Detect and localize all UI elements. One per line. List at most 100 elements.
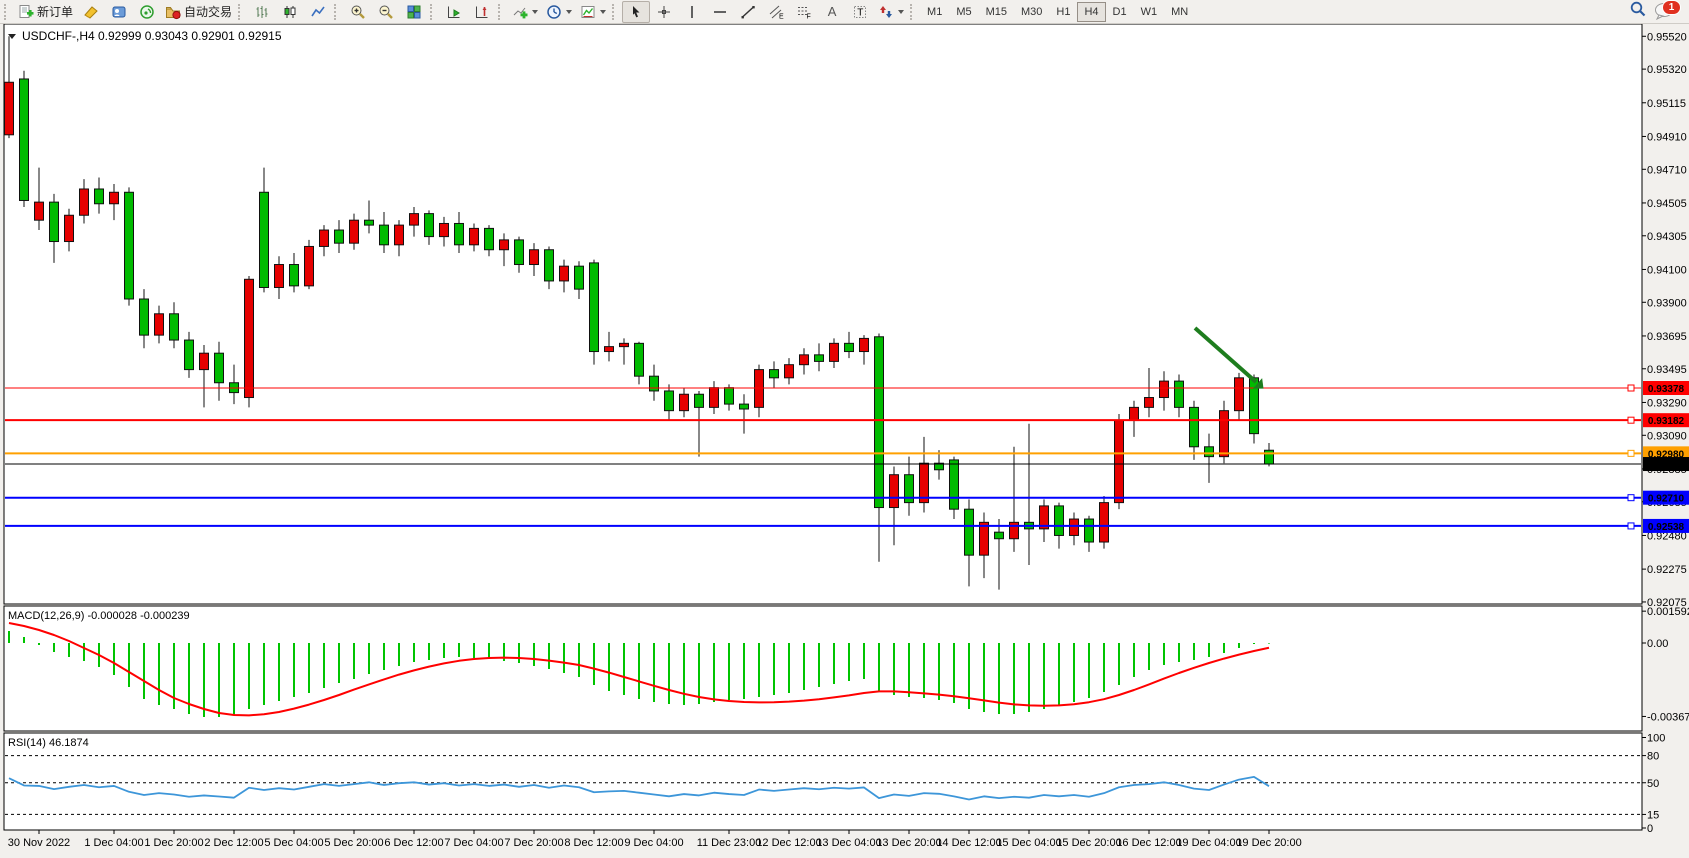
time-axis-label: 19 Dec 20:00	[1236, 837, 1301, 849]
text-label-button[interactable]: T	[846, 1, 874, 23]
tab-timeframe-m30[interactable]: M30	[1014, 2, 1049, 22]
toolbar-grip	[612, 4, 618, 20]
candle-body	[290, 265, 299, 286]
candle-body	[125, 192, 134, 299]
fibonacci-button[interactable]: F	[790, 1, 818, 23]
line-handle[interactable]	[1628, 417, 1634, 423]
chart-canvas[interactable]: 0.955200.953200.951150.949100.947100.945…	[0, 24, 1689, 858]
line-chart-button[interactable]	[304, 1, 332, 23]
line-chart-icon	[310, 4, 326, 20]
tab-timeframe-h4[interactable]: H4	[1077, 2, 1105, 22]
line-handle[interactable]	[1628, 495, 1634, 501]
candle-body	[1055, 506, 1064, 536]
candle-body	[440, 223, 449, 236]
tab-timeframe-m1[interactable]: M1	[920, 2, 949, 22]
auto-scroll-icon	[446, 4, 462, 20]
signals-button[interactable]	[133, 1, 161, 23]
chat-button[interactable]: 1	[1653, 1, 1679, 23]
cursor-button[interactable]	[622, 1, 650, 23]
bars-chart-button[interactable]	[248, 1, 276, 23]
tile-windows-button[interactable]	[400, 1, 428, 23]
line-handle[interactable]	[1628, 450, 1634, 456]
chart-title: USDCHF-,H4 0.92999 0.93043 0.92901 0.929…	[22, 29, 282, 43]
candle-body	[590, 263, 599, 352]
chart-shift-icon	[474, 4, 490, 20]
candle-body	[515, 240, 524, 265]
crosshair-button[interactable]	[650, 1, 678, 23]
candle-body	[1235, 378, 1244, 411]
candle-body	[560, 266, 569, 281]
line-handle[interactable]	[1628, 385, 1634, 391]
search-icon[interactable]	[1629, 0, 1647, 23]
svg-text:100: 100	[1647, 733, 1665, 745]
price-badge-label: 0.93378	[1648, 384, 1685, 395]
svg-text:0.93900: 0.93900	[1647, 297, 1687, 309]
time-axis-label: 11 Dec 23:00	[697, 837, 762, 849]
chevron-down-icon	[532, 10, 538, 14]
panes	[4, 24, 1642, 830]
trendline-button[interactable]	[734, 1, 762, 23]
candle-body	[1010, 522, 1019, 538]
candle-body	[710, 388, 719, 408]
candle-body	[5, 82, 14, 135]
zoom-in-button[interactable]	[344, 1, 372, 23]
candle-body	[1160, 381, 1169, 397]
time-axis-label: 13 Dec 04:00	[816, 837, 881, 849]
time-axis-label: 19 Dec 04:00	[1176, 837, 1241, 849]
candle-body	[965, 509, 974, 555]
time-axis-label: 1 Dec 20:00	[144, 837, 203, 849]
time-axis-label: 13 Dec 20:00	[876, 837, 941, 849]
equidistant-channel-button[interactable]: E	[762, 1, 790, 23]
candle-body	[770, 370, 779, 378]
tab-timeframe-mn[interactable]: MN	[1164, 2, 1195, 22]
tab-timeframe-h1[interactable]: H1	[1049, 2, 1077, 22]
zoom-in-icon	[350, 4, 366, 20]
notification-badge: 1	[1662, 0, 1681, 15]
horizontal-line-button[interactable]	[706, 1, 734, 23]
candle-body	[50, 202, 59, 241]
tab-timeframe-m15[interactable]: M15	[979, 2, 1014, 22]
candlestick-chart-button[interactable]	[276, 1, 304, 23]
candle-body	[365, 220, 374, 225]
auto-trading-button[interactable]: 自动交易	[161, 1, 236, 23]
panel-toggle-button[interactable]	[77, 1, 105, 23]
candle-body	[1130, 407, 1139, 420]
indicators-button[interactable]	[508, 1, 542, 23]
candle-body	[170, 314, 179, 340]
toolbar-grip	[430, 4, 436, 20]
chevron-down-icon	[566, 10, 572, 14]
candle-body	[830, 343, 839, 361]
arrows-button[interactable]	[874, 1, 908, 23]
tab-timeframe-m5[interactable]: M5	[949, 2, 978, 22]
candle-body	[140, 299, 149, 335]
vertical-line-button[interactable]	[678, 1, 706, 23]
candle-body	[575, 266, 584, 289]
navigator-button[interactable]	[105, 1, 133, 23]
candle-body	[1190, 407, 1199, 446]
time-axis-label: 1 Dec 04:00	[84, 837, 143, 849]
macd-label: MACD(12,26,9) -0.000028 -0.000239	[8, 610, 190, 622]
auto-scroll-button[interactable]	[440, 1, 468, 23]
chart-shift-button[interactable]	[468, 1, 496, 23]
time-axis-label: 7 Dec 20:00	[504, 837, 563, 849]
templates-button[interactable]	[576, 1, 610, 23]
zoom-out-button[interactable]	[372, 1, 400, 23]
new-order-button[interactable]: 新订单	[14, 1, 77, 23]
tab-timeframe-d1[interactable]: D1	[1106, 2, 1134, 22]
periods-button[interactable]	[542, 1, 576, 23]
line-handle[interactable]	[1628, 523, 1634, 529]
candle-body	[320, 230, 329, 246]
time-axis-label: 2 Dec 12:00	[204, 837, 263, 849]
auto-trading-label: 自动交易	[184, 3, 232, 20]
candlestick-chart-icon	[282, 4, 298, 20]
chevron-down-icon	[600, 10, 606, 14]
candle-body	[980, 522, 989, 555]
candle-body	[425, 214, 434, 237]
tab-timeframe-w1[interactable]: W1	[1134, 2, 1165, 22]
candle-body	[605, 347, 614, 352]
candle-body	[95, 189, 104, 204]
rsi-label: RSI(14) 46.1874	[8, 737, 89, 749]
text-button[interactable]: A	[818, 1, 846, 23]
time-axis-label: 15 Dec 04:00	[996, 837, 1061, 849]
time-axis: 30 Nov 20221 Dec 04:001 Dec 20:002 Dec 1…	[8, 830, 1302, 849]
